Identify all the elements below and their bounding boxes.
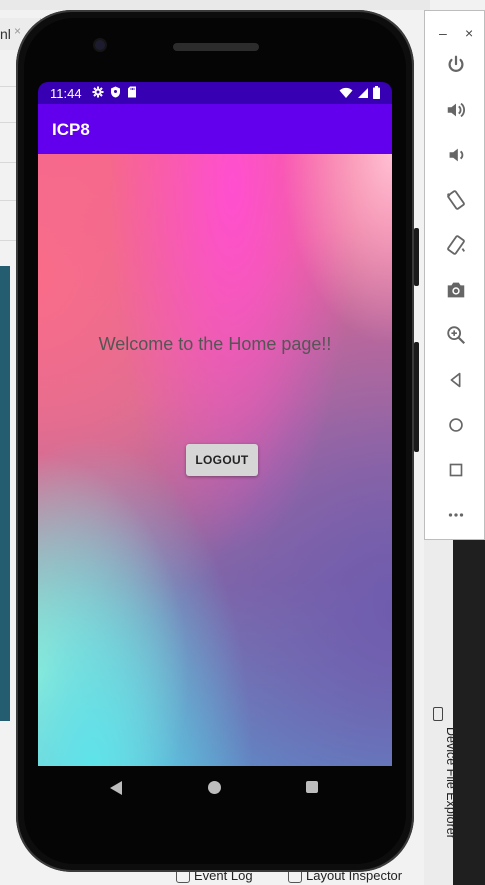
rotate-right-icon: [446, 235, 465, 255]
ide-side-panel: [0, 266, 10, 721]
speaker-grille: [173, 43, 259, 51]
device-file-explorer-label: Device File Explorer: [444, 727, 458, 839]
welcome-message: Welcome to the Home page!!: [98, 334, 332, 354]
editor-tab-label: nl: [0, 26, 11, 42]
zoom-button[interactable]: [425, 315, 485, 355]
settings-gear-icon: [92, 86, 104, 98]
power-icon: [448, 55, 463, 72]
close-icon[interactable]: ×: [14, 24, 21, 38]
rotate-left-icon: [446, 190, 465, 210]
battery-icon: [373, 86, 380, 99]
app-bar: ICP8: [38, 104, 392, 154]
shield-icon: [111, 86, 120, 98]
more-button[interactable]: [425, 495, 485, 535]
status-icons-right: [339, 86, 380, 99]
front-camera-icon: [95, 40, 105, 50]
overview-icon: [449, 463, 462, 477]
more-icon: [448, 513, 463, 517]
camera-icon: [447, 282, 464, 298]
volume-down-button[interactable]: [425, 135, 485, 175]
rotate-right-button[interactable]: [425, 225, 485, 265]
device-file-explorer-tab[interactable]: Device File Explorer: [426, 705, 458, 845]
home-icon: [448, 418, 463, 432]
volume-up-button[interactable]: [425, 90, 485, 130]
signal-icon: [358, 87, 368, 98]
zoom-icon: [446, 326, 465, 345]
ide-toolbar-strip: [0, 0, 430, 10]
logout-button[interactable]: LOGOUT: [186, 444, 258, 476]
volume-up-icon: [447, 102, 465, 118]
volume-down-icon: [449, 148, 463, 162]
close-icon[interactable]: ×: [465, 25, 473, 41]
status-time: 11:44: [50, 86, 82, 101]
status-bar: 11:44: [38, 82, 392, 104]
overview-button[interactable]: [425, 450, 485, 490]
nav-recents-icon[interactable]: [306, 781, 318, 793]
nav-home-icon[interactable]: [208, 781, 221, 794]
back-button[interactable]: [425, 360, 485, 400]
rotate-left-button[interactable]: [425, 180, 485, 220]
wifi-icon: [339, 87, 353, 98]
back-icon: [450, 372, 460, 388]
phone-volume-key[interactable]: [414, 342, 419, 452]
screenshot-button[interactable]: [425, 270, 485, 310]
home-content: Welcome to the Home page!! LOGOUT: [38, 154, 392, 766]
home-button[interactable]: [425, 405, 485, 445]
device-icon: [433, 707, 443, 721]
app-title: ICP8: [52, 120, 90, 139]
navigation-bar: [38, 766, 392, 814]
power-button[interactable]: [425, 45, 485, 85]
phone-power-key[interactable]: [414, 228, 419, 286]
minimize-icon[interactable]: –: [439, 25, 447, 41]
device-screen: 11:44 ICP8 Welcome to the Home page!! LO…: [38, 82, 392, 766]
sd-card-icon: [128, 86, 136, 98]
status-icons-left: [92, 86, 137, 98]
nav-back-icon[interactable]: [110, 781, 122, 795]
emulator-toolbar: – ×: [424, 10, 485, 540]
